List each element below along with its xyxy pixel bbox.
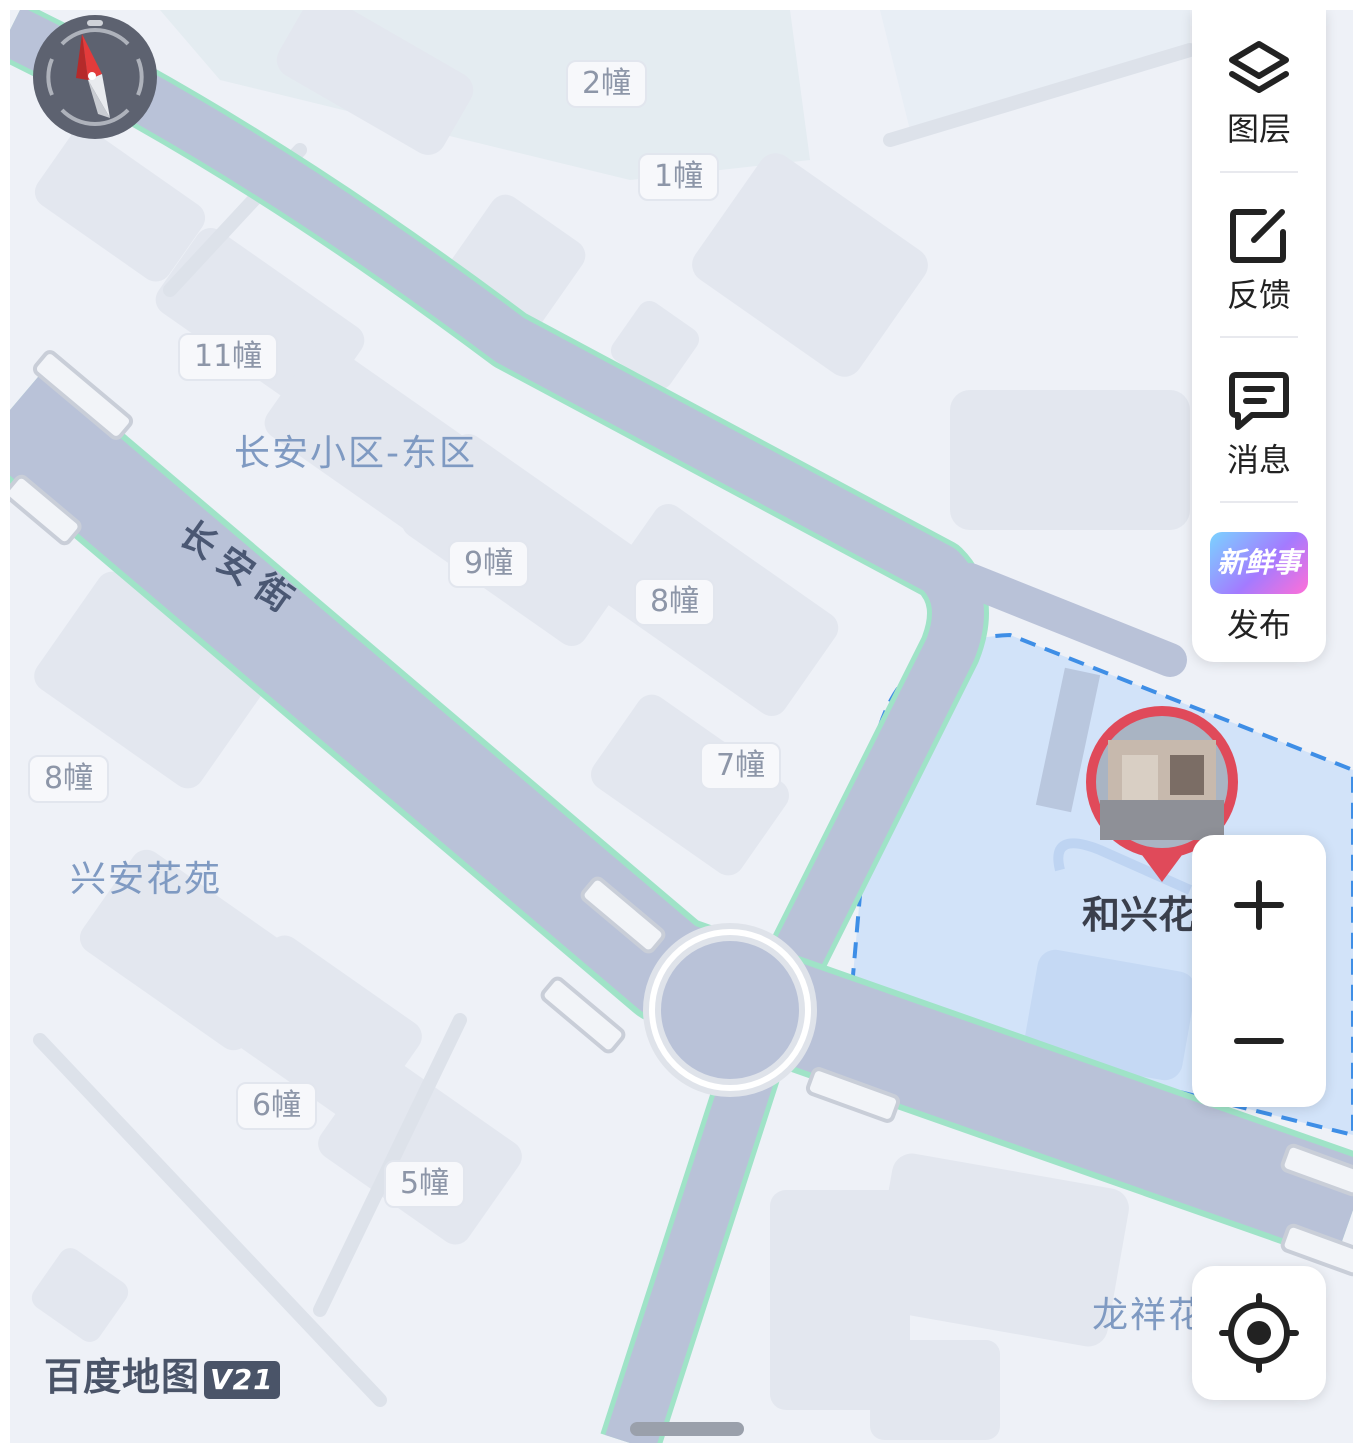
message-icon xyxy=(1229,372,1289,430)
layers-icon xyxy=(1229,41,1289,93)
zoom-out-button[interactable] xyxy=(1192,971,1326,1107)
zoom-in-button[interactable] xyxy=(1192,835,1326,971)
baidu-map-logo: 百度地图 V21 xyxy=(44,1346,280,1401)
building-label[interactable]: 8幢 xyxy=(634,578,716,626)
locate-icon xyxy=(1219,1293,1299,1373)
feedback-label: 反馈 xyxy=(1226,276,1291,314)
compass-icon[interactable] xyxy=(32,14,158,140)
building-label[interactable]: 1幢 xyxy=(638,153,720,201)
building-label[interactable]: 5幢 xyxy=(384,1160,466,1208)
building-label[interactable]: 2幢 xyxy=(566,60,648,108)
locate-button[interactable] xyxy=(1192,1266,1326,1400)
area-label-changan-east[interactable]: 长安小区-东区 xyxy=(234,424,477,476)
publish-button[interactable]: 新鲜事 发布 xyxy=(1192,506,1326,670)
building-label[interactable]: 9幢 xyxy=(448,540,530,588)
toolbar-divider xyxy=(1220,501,1298,503)
area-label-xingan[interactable]: 兴安花苑 xyxy=(70,850,222,902)
bottom-sheet-handle[interactable] xyxy=(630,1422,744,1436)
zoom-control xyxy=(1192,835,1326,1107)
feedback-button[interactable]: 反馈 xyxy=(1192,176,1326,340)
minus-icon xyxy=(1234,1038,1284,1044)
map-toolbar: 图层 反馈 消息 新鲜事 发布 xyxy=(1192,10,1326,662)
toolbar-divider xyxy=(1220,171,1298,173)
toolbar-divider xyxy=(1220,336,1298,338)
xinxianshi-badge: 新鲜事 xyxy=(1210,532,1308,594)
building-label[interactable]: 8幢 xyxy=(28,755,110,803)
publish-label: 发布 xyxy=(1226,606,1291,644)
messages-label: 消息 xyxy=(1226,441,1291,479)
building-label[interactable]: 7幢 xyxy=(700,742,782,790)
plus-icon xyxy=(1234,880,1284,930)
building-label[interactable]: 11幢 xyxy=(178,333,279,381)
logo-version: V21 xyxy=(204,1360,280,1399)
layers-label: 图层 xyxy=(1226,110,1291,148)
map-base xyxy=(10,10,1353,1443)
layers-button[interactable]: 图层 xyxy=(1192,10,1326,174)
edit-icon xyxy=(1230,209,1286,263)
map-canvas[interactable]: 2幢 1幢 11幢 9幢 8幢 7幢 8幢 6幢 5幢 长安小区-东区 兴安花苑… xyxy=(10,10,1353,1443)
building-label[interactable]: 6幢 xyxy=(236,1082,318,1130)
logo-text: 百度地图 xyxy=(44,1355,201,1399)
messages-button[interactable]: 消息 xyxy=(1192,341,1326,505)
